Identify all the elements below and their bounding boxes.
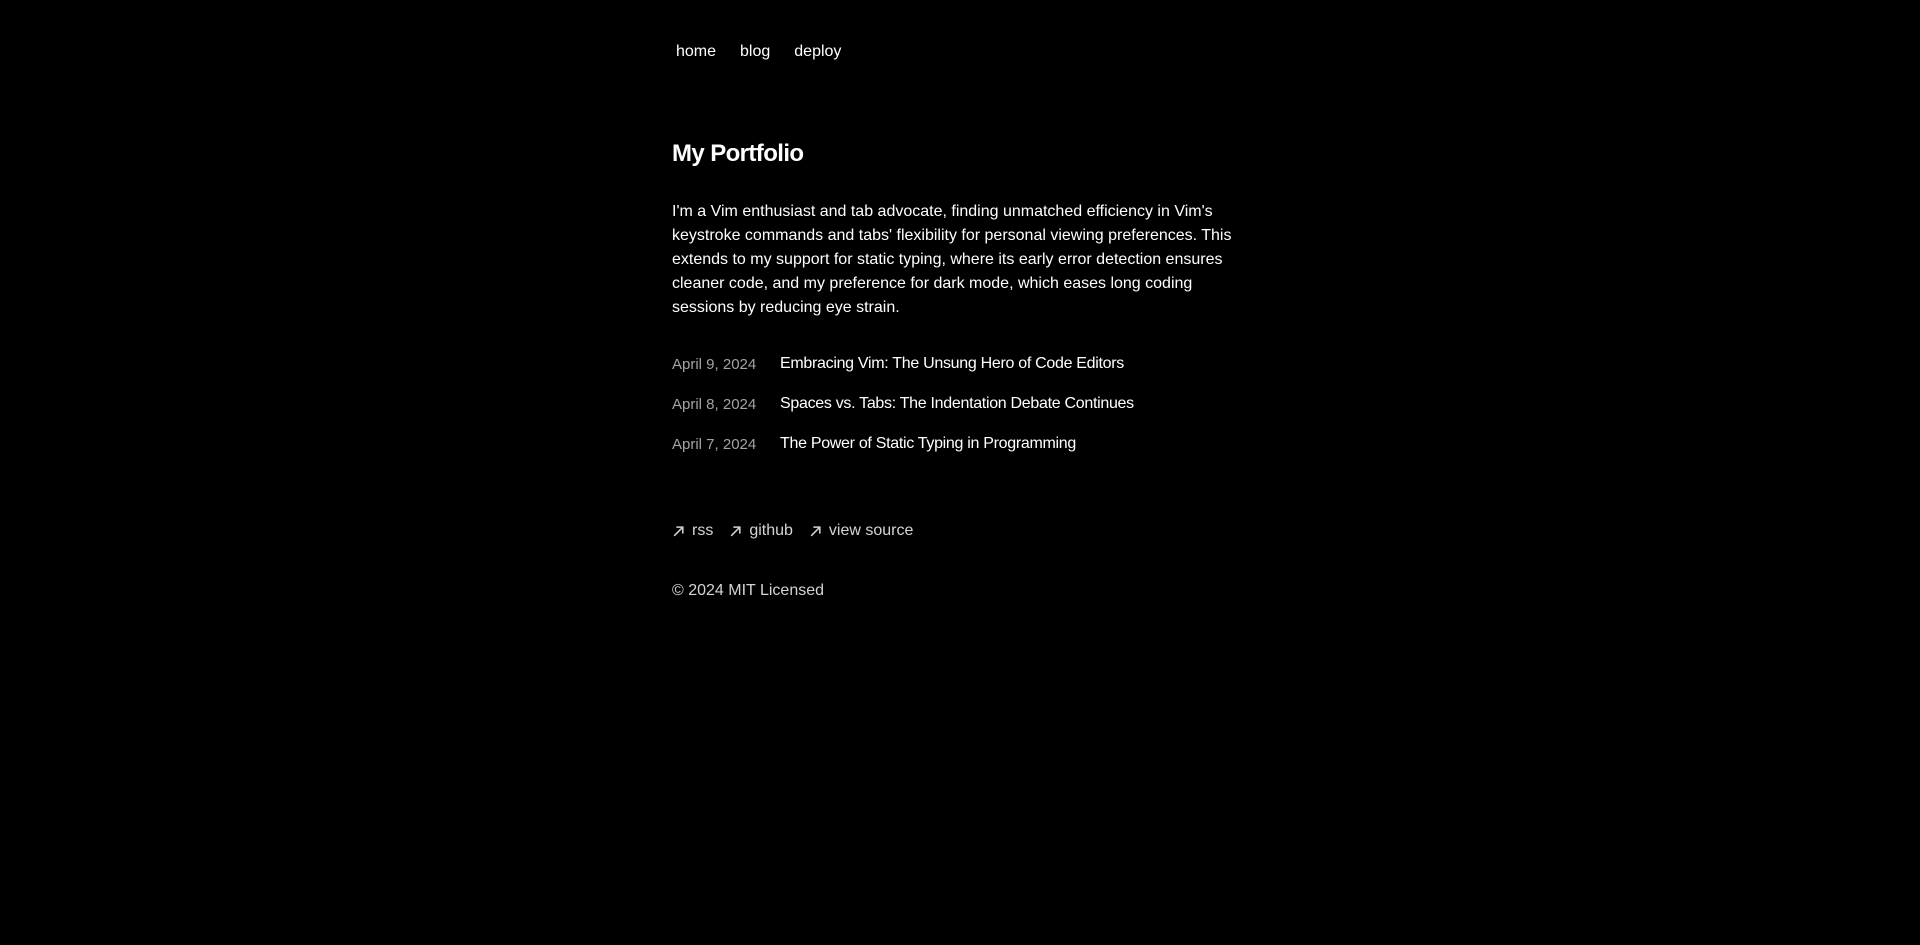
post-list: April 9, 2024 Embracing Vim: The Unsung …	[672, 352, 1248, 472]
nav-link-deploy[interactable]: deploy	[794, 42, 841, 62]
arrow-up-right-icon	[730, 525, 741, 536]
post-date: April 9, 2024	[672, 355, 757, 373]
rss-link-label: rss	[692, 522, 714, 539]
post-item[interactable]: April 9, 2024 Embracing Vim: The Unsung …	[672, 352, 1248, 376]
post-date: April 8, 2024	[672, 395, 757, 413]
view-source-link[interactable]: view source	[809, 522, 913, 540]
post-title-link[interactable]: Spaces vs. Tabs: The Indentation Debate …	[780, 395, 1134, 413]
copyright-text: © 2024 MIT Licensed	[672, 582, 825, 599]
github-link[interactable]: github	[729, 522, 793, 540]
top-nav: home blog deploy	[676, 42, 865, 62]
nav-link-home[interactable]: home	[676, 42, 716, 62]
rss-link[interactable]: rss	[672, 522, 713, 540]
github-link-label: github	[749, 522, 793, 539]
post-title-link[interactable]: The Power of Static Typing in Programmin…	[780, 435, 1076, 453]
arrow-up-right-icon	[673, 525, 684, 536]
page-title: My Portfolio	[672, 140, 804, 167]
view-source-link-label: view source	[828, 522, 914, 539]
post-title-link[interactable]: Embracing Vim: The Unsung Hero of Code E…	[780, 355, 1124, 373]
arrow-up-right-icon	[810, 525, 821, 536]
post-item[interactable]: April 7, 2024 The Power of Static Typing…	[672, 432, 1248, 456]
post-item[interactable]: April 8, 2024 Spaces vs. Tabs: The Inden…	[672, 392, 1248, 416]
nav-link-blog[interactable]: blog	[740, 42, 770, 62]
footer-links: rss github view source	[672, 522, 929, 540]
bio-paragraph: I'm a Vim enthusiast and tab advocate, f…	[672, 203, 1232, 316]
post-date: April 7, 2024	[672, 435, 757, 453]
